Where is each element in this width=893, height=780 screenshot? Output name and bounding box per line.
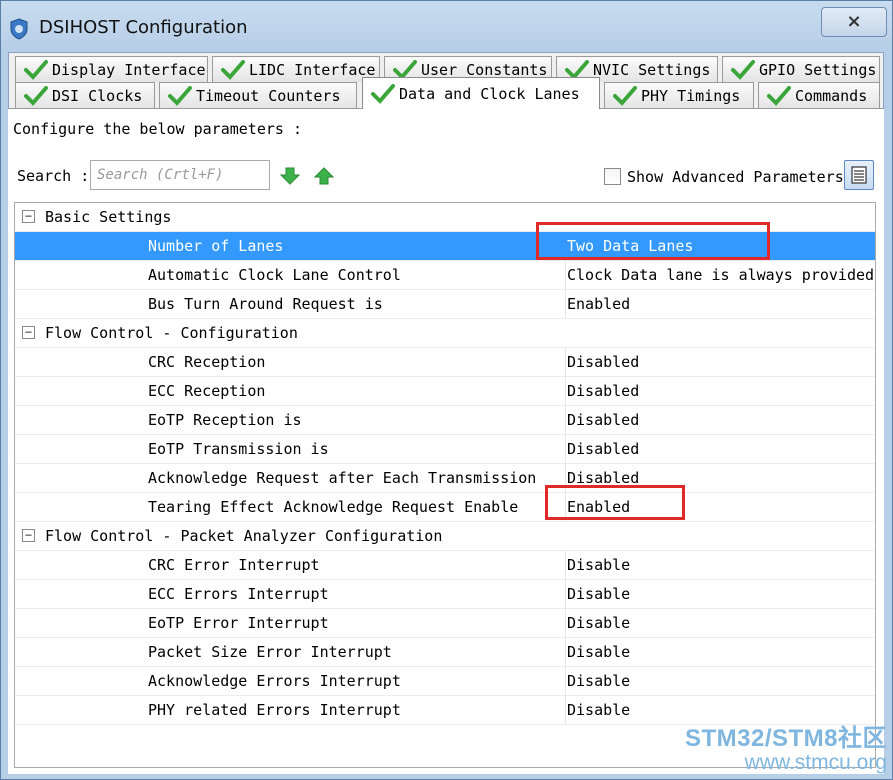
param-value[interactable]: Disabled <box>567 411 639 429</box>
collapse-icon[interactable]: − <box>22 210 35 223</box>
collapse-icon[interactable]: − <box>22 326 35 339</box>
check-icon <box>767 85 791 106</box>
param-name: EoTP Transmission is <box>148 440 329 458</box>
section-header-packet-analyzer-configuration[interactable]: − Flow Control - Packet Analyzer Configu… <box>15 522 875 551</box>
parameter-grid: − Basic Settings Number of Lanes Two Dat… <box>14 202 876 768</box>
param-value[interactable]: Clock Data lane is always provided <box>567 266 874 284</box>
table-row[interactable]: ECC Reception Disabled <box>15 377 875 406</box>
tab-timeout-counters[interactable]: Timeout Counters <box>159 82 357 108</box>
table-row[interactable]: Bus Turn Around Request is Enabled <box>15 290 875 319</box>
tab-dsi-clocks[interactable]: DSI Clocks <box>15 82 155 108</box>
check-icon <box>221 59 245 80</box>
param-name: ECC Errors Interrupt <box>148 585 329 603</box>
table-row[interactable]: Tearing Effect Acknowledge Request Enabl… <box>15 493 875 522</box>
list-view-button[interactable] <box>844 160 874 190</box>
param-name: Acknowledge Errors Interrupt <box>148 672 401 690</box>
param-value[interactable]: Disabled <box>567 382 639 400</box>
table-row[interactable]: Acknowledge Errors Interrupt Disable <box>15 667 875 696</box>
param-value[interactable]: Disable <box>567 672 630 690</box>
param-value[interactable]: Disabled <box>567 353 639 371</box>
table-row[interactable]: ECC Errors Interrupt Disable <box>15 580 875 609</box>
check-icon <box>371 83 395 104</box>
title-bar: DSIHOST Configuration × <box>1 1 892 55</box>
param-name: ECC Reception <box>148 382 266 400</box>
section-title: Basic Settings <box>45 208 172 226</box>
arrow-down-icon[interactable] <box>280 166 300 186</box>
check-icon <box>24 59 48 80</box>
param-name: Bus Turn Around Request is <box>148 295 383 313</box>
section-header-basic-settings[interactable]: − Basic Settings <box>15 203 875 232</box>
section-header-flow-control-configuration[interactable]: − Flow Control - Configuration <box>15 319 875 348</box>
param-name: Acknowledge Request after Each Transmiss… <box>148 469 537 487</box>
check-icon <box>731 59 755 80</box>
check-icon <box>168 85 192 106</box>
tab-data-and-clock-lanes[interactable]: Data and Clock Lanes <box>362 77 600 109</box>
tab-label: PHY Timings <box>641 86 741 105</box>
param-value[interactable]: Enabled <box>567 295 630 313</box>
param-value[interactable]: Disable <box>567 585 630 603</box>
param-name: Tearing Effect Acknowledge Request Enabl… <box>148 498 519 516</box>
table-row[interactable]: EoTP Error Interrupt Disable <box>15 609 875 638</box>
search-label: Search : <box>17 167 90 185</box>
show-advanced-label: Show Advanced Parameters <box>627 168 844 186</box>
show-advanced-checkbox[interactable] <box>604 168 621 185</box>
param-value[interactable]: Disable <box>567 701 630 719</box>
list-icon <box>851 166 867 184</box>
table-row[interactable]: Acknowledge Request after Each Transmiss… <box>15 464 875 493</box>
param-name: CRC Error Interrupt <box>148 556 320 574</box>
search-input[interactable] <box>90 160 270 190</box>
table-row[interactable]: EoTP Reception is Disabled <box>15 406 875 435</box>
tab-label: Commands <box>795 86 868 105</box>
arrow-up-icon[interactable] <box>314 166 334 186</box>
param-value[interactable]: Enabled <box>567 498 630 516</box>
table-row[interactable]: EoTP Transmission is Disabled <box>15 435 875 464</box>
table-row[interactable]: CRC Reception Disabled <box>15 348 875 377</box>
section-title: Flow Control - Configuration <box>45 324 298 342</box>
param-value[interactable]: Two Data Lanes <box>567 237 693 255</box>
table-row[interactable]: Number of Lanes Two Data Lanes <box>15 232 875 261</box>
tab-label: Display Interface <box>52 60 206 79</box>
table-row[interactable]: CRC Error Interrupt Disable <box>15 551 875 580</box>
param-name: EoTP Error Interrupt <box>148 614 329 632</box>
tab-gpio-settings[interactable]: GPIO Settings <box>722 56 880 82</box>
tab-label: DSI Clocks <box>52 86 143 105</box>
tab-label: NVIC Settings <box>593 60 711 79</box>
window-title: DSIHOST Configuration <box>39 17 248 38</box>
param-name: PHY related Errors Interrupt <box>148 701 401 719</box>
tab-display-interface[interactable]: Display Interface <box>15 56 208 82</box>
close-button[interactable]: × <box>821 7 887 37</box>
param-name: Number of Lanes <box>148 237 284 255</box>
tab-label: LIDC Interface <box>249 60 376 79</box>
tab-commands[interactable]: Commands <box>758 82 880 108</box>
tab-label: User Constants <box>421 60 548 79</box>
collapse-icon[interactable]: − <box>22 529 35 542</box>
tab-label: Data and Clock Lanes <box>399 84 580 103</box>
configure-instructions: Configure the below parameters : <box>13 120 302 138</box>
watermark-brand: STM32/STM8社区 <box>684 725 887 752</box>
table-row[interactable]: Packet Size Error Interrupt Disable <box>15 638 875 667</box>
shield-app-icon <box>10 18 28 40</box>
tab-phy-timings[interactable]: PHY Timings <box>604 82 754 108</box>
section-title: Flow Control - Packet Analyzer Configura… <box>45 527 443 545</box>
tab-label: Timeout Counters <box>196 86 341 105</box>
watermark: STM32/STM8社区 www.stmcu.org <box>655 718 887 775</box>
param-name: EoTP Reception is <box>148 411 302 429</box>
watermark-url: www.stmcu.org <box>744 751 887 774</box>
check-icon <box>613 85 637 106</box>
param-value[interactable]: Disable <box>567 643 630 661</box>
param-value[interactable]: Disable <box>567 556 630 574</box>
param-name: Automatic Clock Lane Control <box>148 266 401 284</box>
param-value[interactable]: Disabled <box>567 469 639 487</box>
table-row[interactable]: Automatic Clock Lane Control Clock Data … <box>15 261 875 290</box>
param-name: CRC Reception <box>148 353 266 371</box>
tab-lidc-interface[interactable]: LIDC Interface <box>212 56 380 82</box>
param-value[interactable]: Disabled <box>567 440 639 458</box>
param-value[interactable]: Disable <box>567 614 630 632</box>
check-icon <box>24 85 48 106</box>
param-name: Packet Size Error Interrupt <box>148 643 392 661</box>
tab-label: GPIO Settings <box>759 60 877 79</box>
